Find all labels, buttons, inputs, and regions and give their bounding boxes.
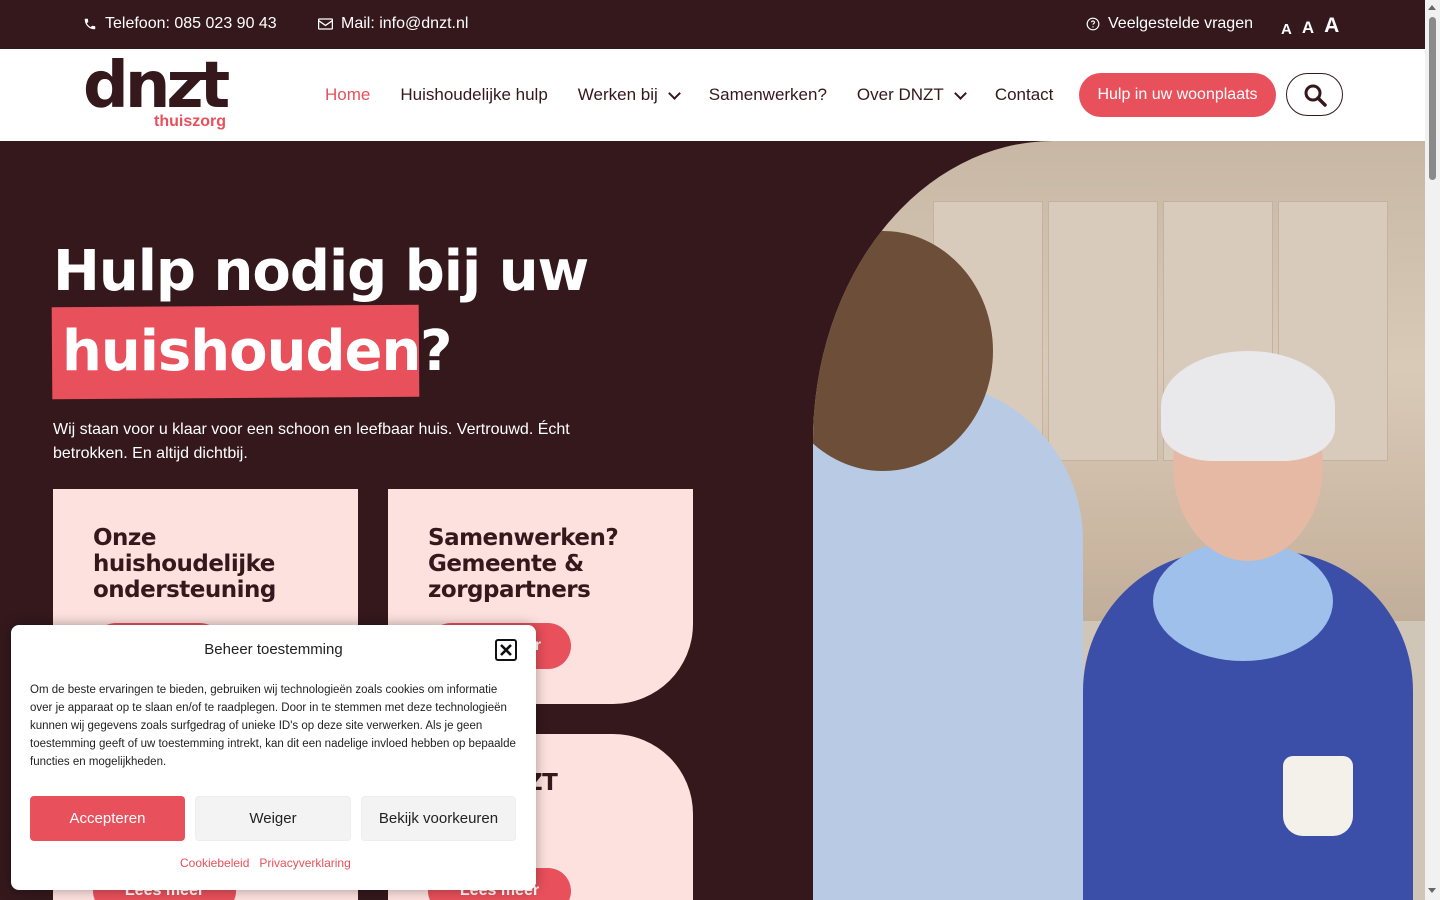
privacy-statement-link[interactable]: Privacyverklaring (259, 856, 350, 870)
cta-button[interactable]: Hulp in uw woonplaats (1079, 73, 1276, 117)
question-circle-icon (1086, 17, 1100, 31)
phone-link[interactable]: Telefoon: 085 023 90 43 (83, 15, 277, 33)
nav-samenwerken-label: Samenwerken? (708, 85, 827, 104)
close-button[interactable] (495, 639, 517, 661)
nav-samenwerken[interactable]: Samenwerken? (709, 85, 827, 105)
search-button[interactable] (1286, 73, 1343, 116)
nav-home[interactable]: Home (325, 85, 370, 105)
logo-subtitle: thuiszorg (154, 113, 226, 130)
phone-text: Telefoon: 085 023 90 43 (105, 15, 277, 32)
close-icon (500, 644, 512, 656)
nav-werken-bij[interactable]: Werken bij (577, 85, 681, 105)
cookie-text: Om de beste ervaringen te bieden, gebrui… (30, 684, 516, 768)
site-header: dnzt thuiszorg Home Huishoudelijke hulp … (0, 49, 1425, 141)
font-size-controls: A A A (1281, 14, 1339, 38)
faq-link[interactable]: Veelgestelde vragen (1086, 15, 1253, 33)
accept-button[interactable]: Accepteren (30, 796, 185, 841)
hero-intro: Wij staan voor u klaar voor een schoon e… (53, 421, 570, 462)
nav-contact[interactable]: Contact (995, 85, 1054, 105)
top-bar: Telefoon: 085 023 90 43 Mail: info@dnzt.… (0, 0, 1425, 49)
font-size-large[interactable]: A (1324, 14, 1339, 38)
nav-contact-label: Contact (994, 85, 1054, 104)
deny-button[interactable]: Weiger (195, 796, 351, 841)
scroll-up-arrow-icon[interactable] (1428, 5, 1436, 10)
logo-wordmark: dnzt (83, 49, 230, 123)
nav-home-label: Home (325, 85, 371, 104)
logo[interactable]: dnzt thuiszorg (83, 49, 230, 130)
search-icon (1304, 84, 1327, 107)
cookie-links: Cookiebeleid Privacyverklaring (180, 856, 351, 870)
cookie-policy-link[interactable]: Cookiebeleid (180, 856, 249, 870)
chevron-down-icon (667, 86, 681, 100)
chevron-down-icon (953, 86, 967, 100)
nav-huishoudelijke-hulp-label: Huishoudelijke hulp (400, 85, 548, 104)
main-nav: Home Huishoudelijke hulp Werken bij Same… (325, 85, 1083, 105)
nav-over-dnzt-label: Over DNZT (856, 85, 944, 104)
preferences-button[interactable]: Bekijk voorkeuren (361, 796, 516, 841)
phone-icon (84, 18, 96, 30)
font-size-medium[interactable]: A (1302, 18, 1314, 38)
scrollbar-thumb[interactable] (1429, 17, 1436, 180)
font-size-small[interactable]: A (1281, 21, 1292, 38)
nav-over-dnzt[interactable]: Over DNZT (856, 85, 967, 105)
cookie-title: Beheer toestemming (204, 641, 343, 658)
cookie-consent-dialog: Beheer toestemming Om de beste ervaringe… (11, 625, 536, 890)
scroll-down-arrow-icon[interactable] (1428, 888, 1436, 893)
card-title: Samenwerken? Gemeente & zorgpartners (428, 525, 619, 603)
mail-text: Mail: info@dnzt.nl (341, 15, 469, 32)
hero-question-mark: ? (420, 319, 453, 384)
card-title: Onze huishoudelijke ondersteuning (93, 525, 276, 603)
nav-huishoudelijke-hulp[interactable]: Huishoudelijke hulp (400, 85, 547, 105)
mail-link[interactable]: Mail: info@dnzt.nl (318, 15, 468, 33)
nav-werken-bij-label: Werken bij (577, 85, 658, 104)
hero-image (813, 141, 1425, 900)
hero-headline: Hulp nodig bij uw (53, 239, 589, 304)
faq-text: Veelgestelde vragen (1108, 15, 1253, 32)
envelope-icon (318, 18, 333, 30)
hero-highlight-word: huishouden (62, 319, 421, 384)
scrollbar[interactable] (1425, 0, 1440, 900)
